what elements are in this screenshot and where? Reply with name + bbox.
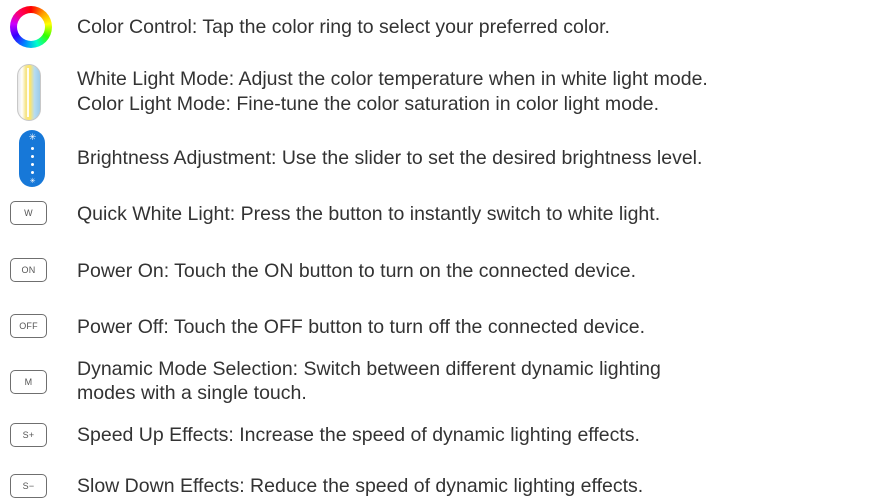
quick-white-light-description: Quick White Light: Press the button to i… xyxy=(77,203,661,225)
slow-down-description: Slow Down Effects: Reduce the speed of d… xyxy=(77,475,644,497)
key-speed-up-icon: S+ xyxy=(10,423,47,447)
key-slow-down-icon: S− xyxy=(10,474,47,498)
slider-dot xyxy=(31,147,34,150)
color-temperature-bar-icon xyxy=(17,64,41,121)
key-m-icon: M xyxy=(10,370,47,394)
dim-sun-icon: ✳ xyxy=(29,178,36,185)
white-light-mode-description: White Light Mode: Adjust the color tempe… xyxy=(77,68,708,90)
color-ring-icon xyxy=(10,6,52,48)
dynamic-mode-description-line2: modes with a single touch. xyxy=(77,382,307,404)
brightness-adjustment-description: Brightness Adjustment: Use the slider to… xyxy=(77,147,703,169)
key-off-icon: OFF xyxy=(10,314,47,338)
slider-dot xyxy=(31,171,34,174)
slider-dot xyxy=(31,163,34,166)
key-on-icon: ON xyxy=(10,258,47,282)
sun-icon: ✳ xyxy=(28,132,37,142)
brightness-slider-icon: ✳ ✳ xyxy=(19,130,45,187)
dynamic-mode-description-line1: Dynamic Mode Selection: Switch between d… xyxy=(77,358,661,380)
power-on-description: Power On: Touch the ON button to turn on… xyxy=(77,260,636,282)
color-light-mode-description: Color Light Mode: Fine-tune the color sa… xyxy=(77,93,660,115)
slider-dot xyxy=(31,155,34,158)
color-control-description: Color Control: Tap the color ring to sel… xyxy=(77,16,610,38)
power-off-description: Power Off: Touch the OFF button to turn … xyxy=(77,316,646,338)
key-w-icon: W xyxy=(10,201,47,225)
speed-up-description: Speed Up Effects: Increase the speed of … xyxy=(77,424,640,446)
